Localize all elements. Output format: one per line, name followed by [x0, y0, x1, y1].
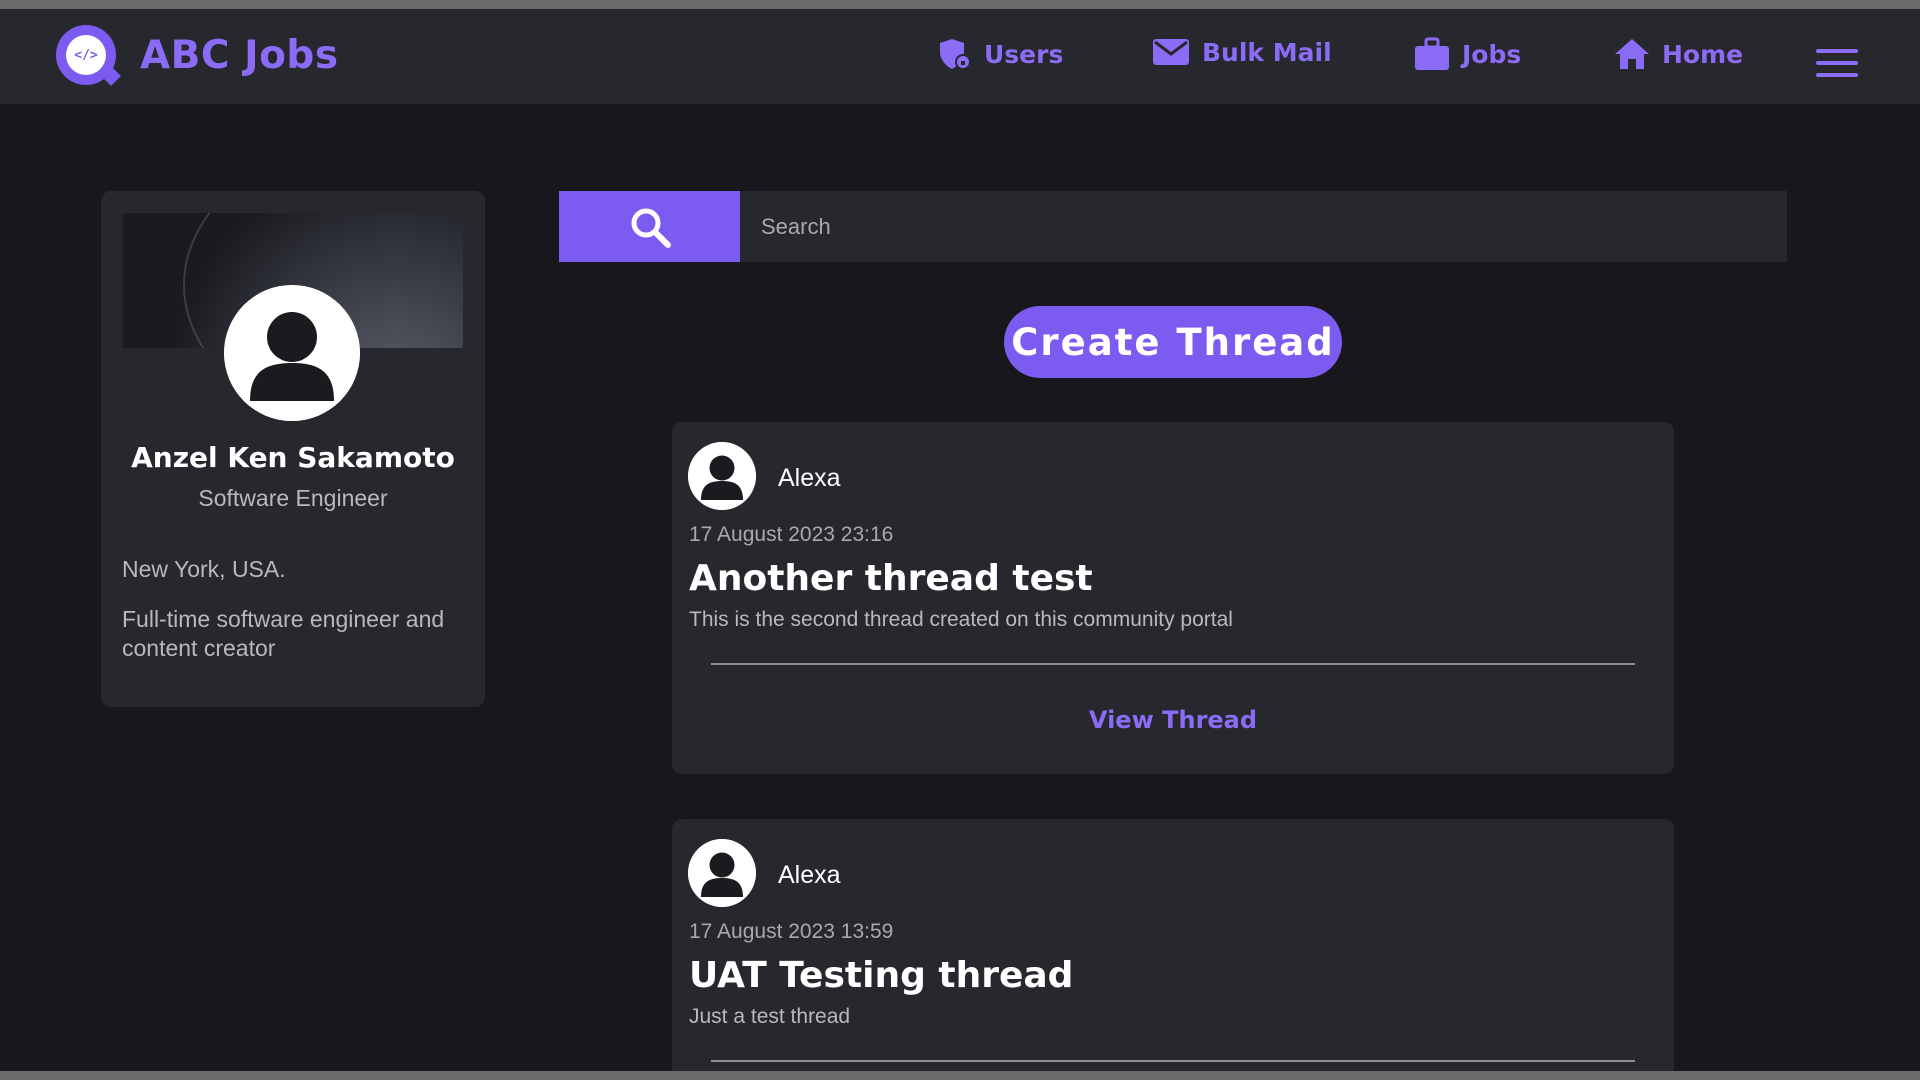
profile-location: New York, USA.	[122, 556, 286, 582]
search-button[interactable]	[559, 191, 740, 262]
search-input[interactable]	[740, 191, 1787, 262]
author-avatar-icon	[688, 442, 756, 510]
brand[interactable]: </> ABC Jobs	[56, 25, 339, 86]
profile-card: Anzel Ken Sakamoto Software Engineer New…	[101, 191, 485, 707]
author-avatar-icon	[688, 839, 756, 907]
nav-home-label: Home	[1662, 39, 1744, 69]
nav-home[interactable]: Home	[1614, 37, 1743, 71]
thread-card: Alexa 17 August 2023 13:59 UAT Testing t…	[672, 819, 1674, 1079]
thread-title: Another thread test	[689, 558, 1093, 599]
thread-divider	[711, 663, 1635, 665]
nav-jobs[interactable]: Jobs	[1414, 37, 1521, 71]
profile-bio: Full-time software engineer and content …	[122, 606, 445, 661]
thread-description: This is the second thread created on thi…	[689, 608, 1233, 631]
user-shield-icon	[940, 39, 971, 70]
nav-bulk-mail[interactable]: Bulk Mail	[1152, 37, 1332, 67]
envelope-icon	[1153, 39, 1189, 65]
thread-divider	[711, 1060, 1635, 1062]
create-thread-button[interactable]: Create Thread	[1004, 306, 1342, 378]
code-bubble-logo-icon: </>	[56, 25, 121, 86]
thread-date: 17 August 2023 23:16	[689, 523, 894, 546]
thread-title: UAT Testing thread	[689, 955, 1074, 996]
hamburger-icon[interactable]	[1816, 49, 1858, 79]
thread-card: Alexa 17 August 2023 23:16 Another threa…	[672, 422, 1674, 774]
profile-avatar-icon	[224, 285, 360, 421]
thread-author[interactable]: Alexa	[778, 464, 841, 493]
profile-role: Software Engineer	[198, 485, 388, 511]
nav-bulk-mail-label: Bulk Mail	[1202, 37, 1332, 67]
window-top-border	[0, 0, 1920, 9]
view-thread-link[interactable]: View Thread	[672, 706, 1674, 734]
nav-jobs-label: Jobs	[1462, 39, 1522, 69]
search-bar	[559, 191, 1787, 262]
thread-description: Just a test thread	[689, 1005, 851, 1028]
nav-users[interactable]: Users	[938, 37, 1063, 71]
profile-name: Anzel Ken Sakamoto	[131, 441, 455, 474]
top-navbar: </> ABC Jobs Users Bulk Mail Jobs Home	[0, 9, 1920, 104]
nav-users-label: Users	[984, 39, 1064, 69]
thread-author[interactable]: Alexa	[778, 861, 841, 890]
logo-code-symbol: </>	[66, 35, 106, 75]
thread-date: 17 August 2023 13:59	[689, 920, 894, 943]
search-icon	[631, 208, 671, 248]
briefcase-icon	[1415, 37, 1449, 70]
home-icon	[1615, 39, 1649, 69]
brand-title: ABC Jobs	[140, 32, 339, 78]
window-bottom-border	[0, 1071, 1920, 1080]
